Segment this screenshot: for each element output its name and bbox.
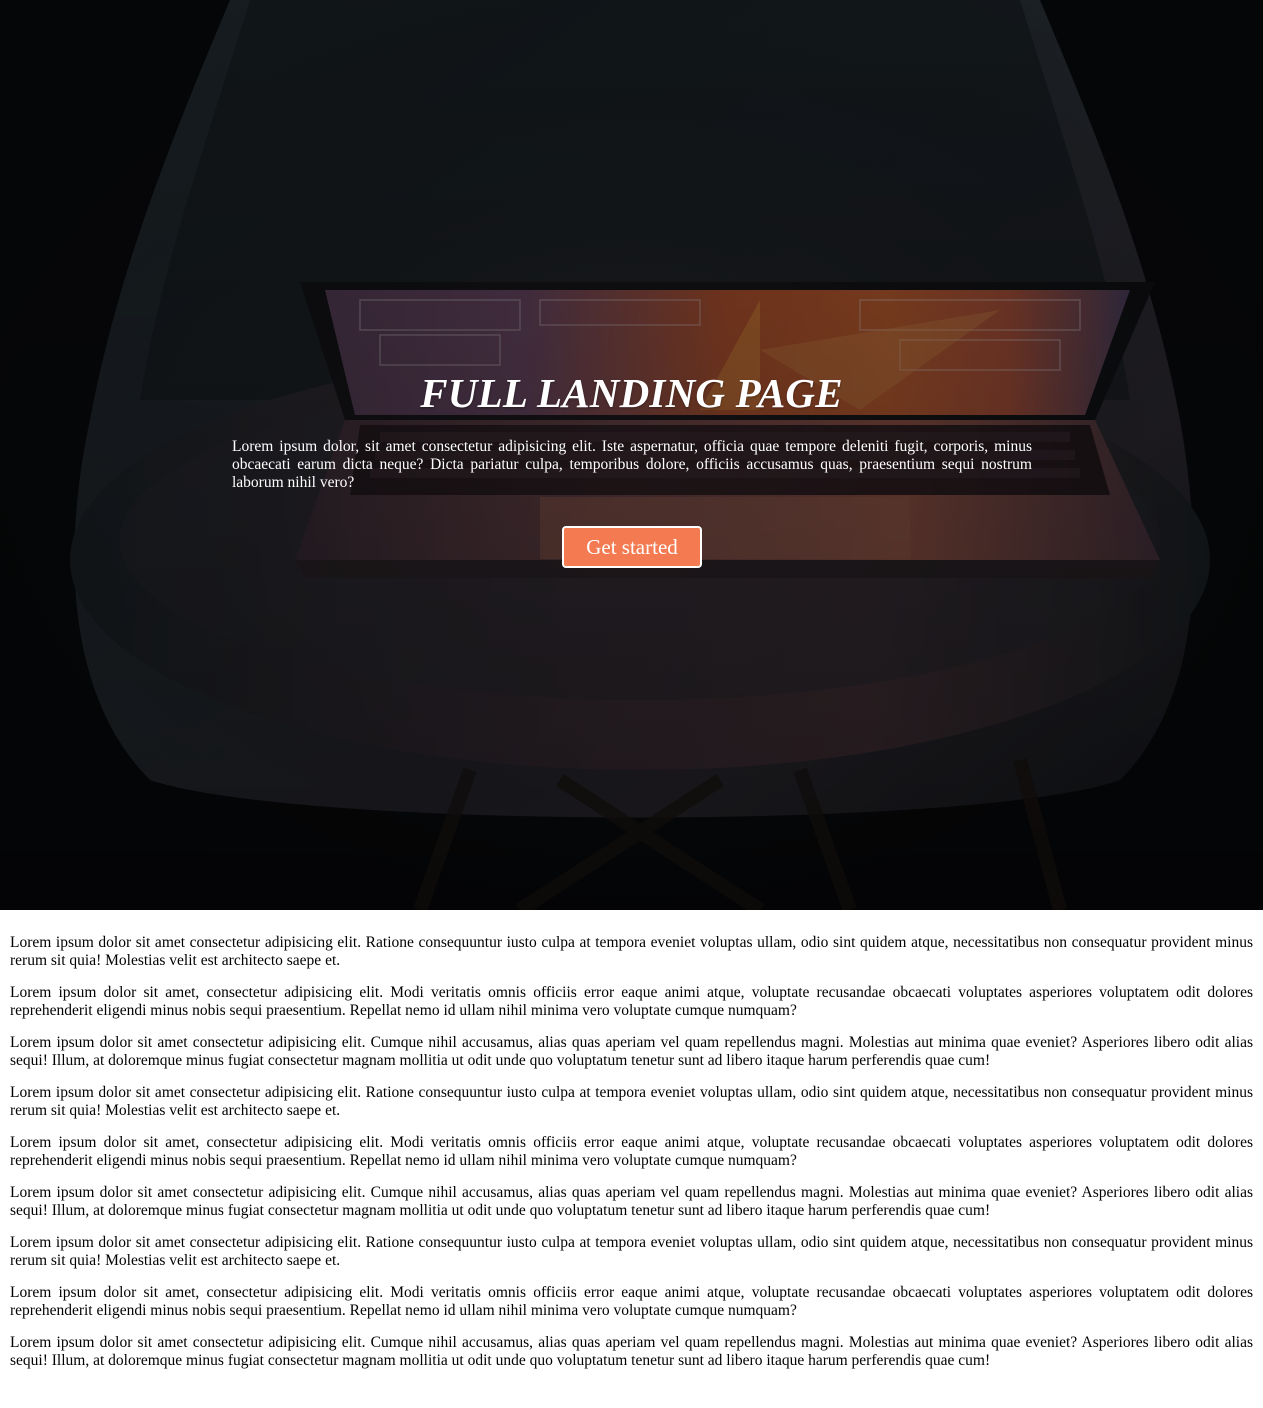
content-section: Lorem ipsum dolor sit amet consectetur a… <box>0 910 1263 1404</box>
content-paragraph: Lorem ipsum dolor sit amet consectetur a… <box>10 1034 1253 1069</box>
hero-content: FULL LANDING PAGE Lorem ipsum dolor, sit… <box>0 0 1263 910</box>
content-paragraph: Lorem ipsum dolor sit amet, consectetur … <box>10 1134 1253 1169</box>
hero-section: FULL LANDING PAGE Lorem ipsum dolor, sit… <box>0 0 1263 910</box>
content-paragraph: Lorem ipsum dolor sit amet consectetur a… <box>10 1234 1253 1269</box>
content-paragraph: Lorem ipsum dolor sit amet, consectetur … <box>10 984 1253 1019</box>
content-paragraph: Lorem ipsum dolor sit amet consectetur a… <box>10 1084 1253 1119</box>
hero-title: FULL LANDING PAGE <box>420 370 843 416</box>
content-paragraph: Lorem ipsum dolor sit amet consectetur a… <box>10 1184 1253 1219</box>
content-paragraph: Lorem ipsum dolor sit amet consectetur a… <box>10 934 1253 969</box>
get-started-button[interactable]: Get started <box>562 526 702 568</box>
content-paragraph: Lorem ipsum dolor sit amet consectetur a… <box>10 1334 1253 1369</box>
content-paragraph: Lorem ipsum dolor sit amet, consectetur … <box>10 1284 1253 1319</box>
hero-description: Lorem ipsum dolor, sit amet consectetur … <box>232 438 1032 491</box>
